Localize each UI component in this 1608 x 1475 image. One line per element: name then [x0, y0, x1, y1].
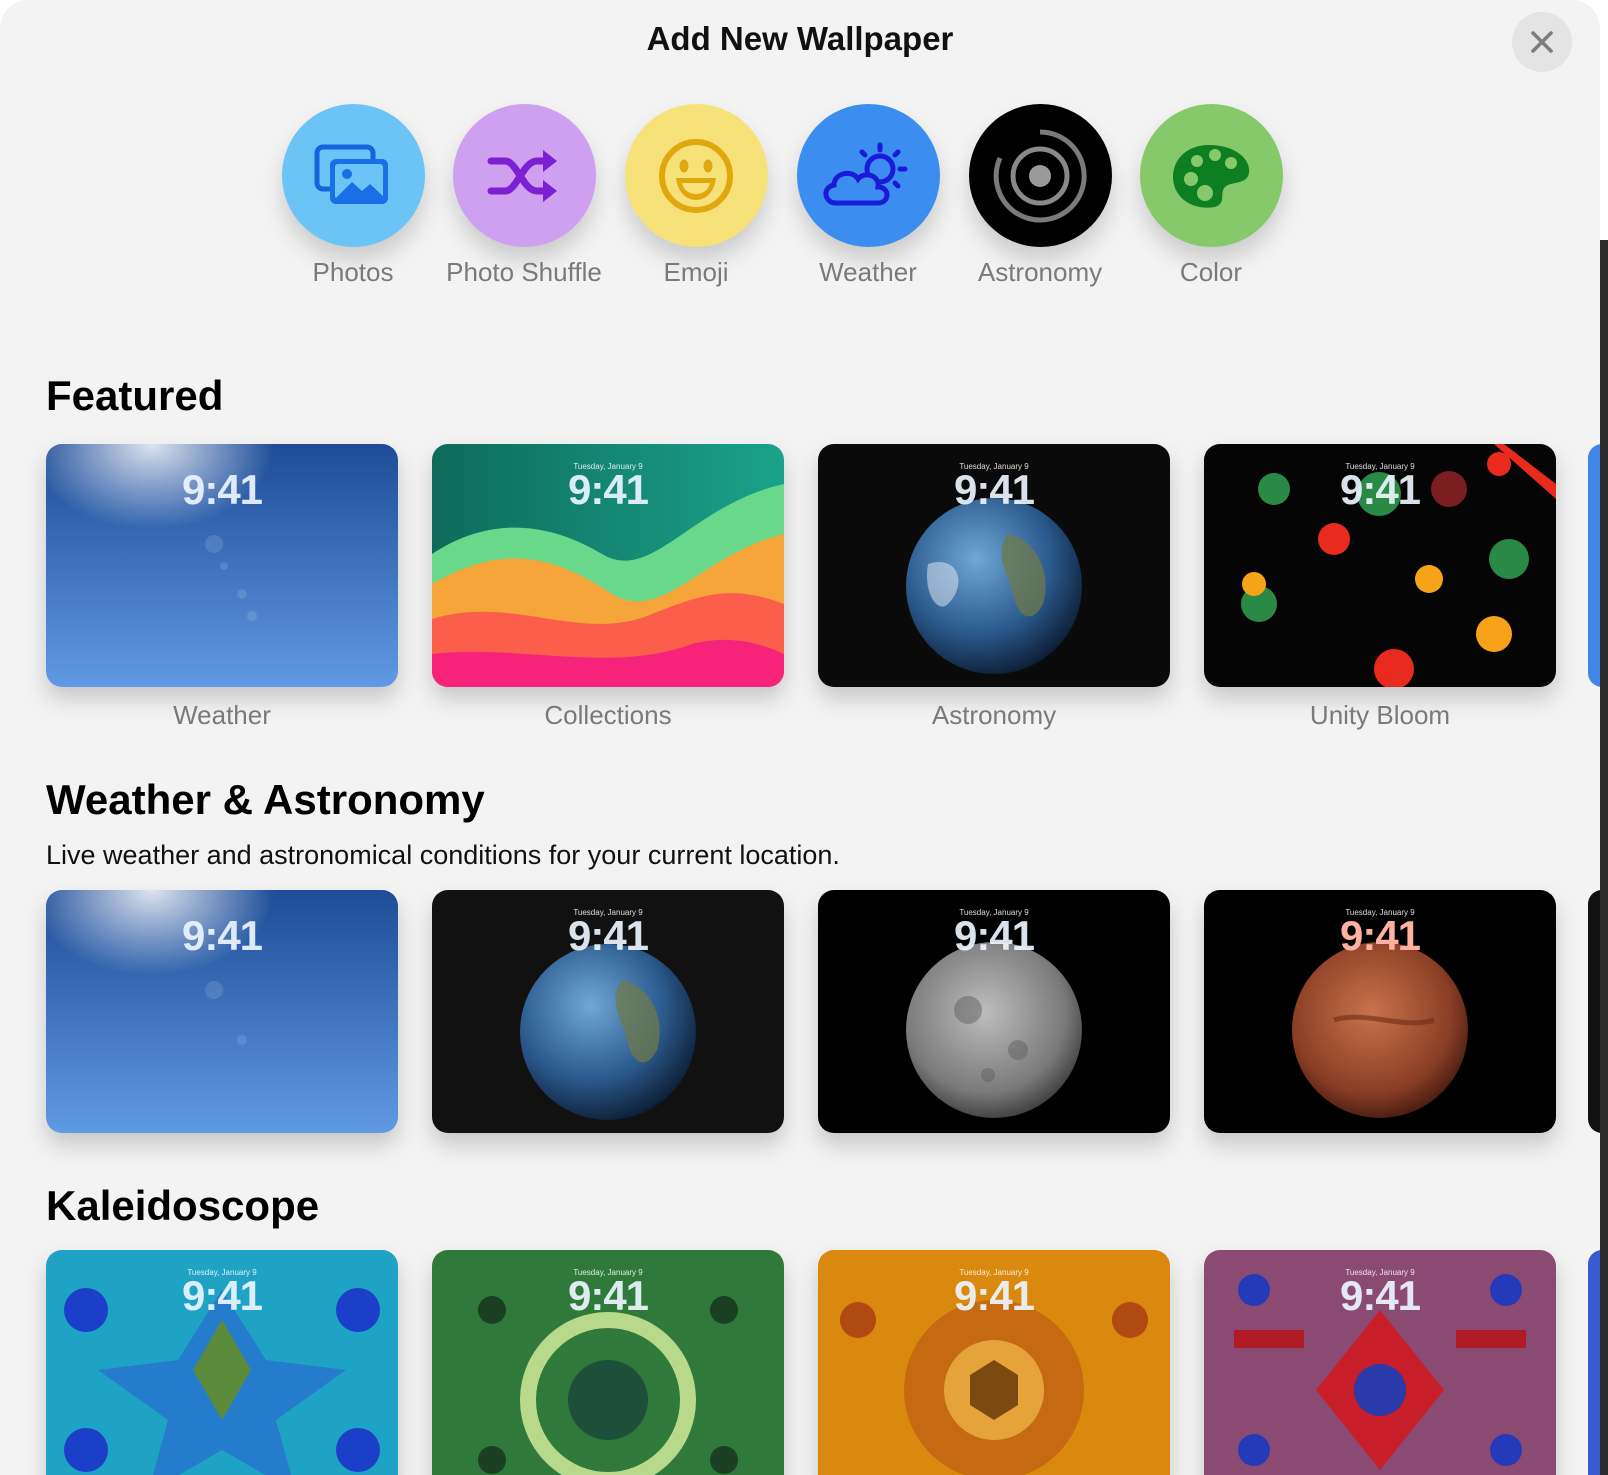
type-photos[interactable]: Photos: [263, 104, 443, 288]
section-title-kaleidoscope: Kaleidoscope: [46, 1182, 320, 1229]
type-color[interactable]: Color: [1121, 104, 1301, 288]
lock-time: 9:41: [1339, 912, 1421, 959]
type-photo-shuffle[interactable]: Photo Shuffle: [434, 104, 614, 288]
lock-time: 9:41: [567, 466, 649, 513]
type-label: Photo Shuffle: [446, 257, 602, 287]
photos-icon: [314, 144, 388, 204]
next-card-peek[interactable]: [1588, 890, 1600, 1133]
wallpaper-card-astronomy[interactable]: Tuesday, January 9 9:41: [818, 444, 1170, 687]
wallpaper-card-mars[interactable]: Tuesday, January 9 9:41: [1204, 890, 1556, 1133]
lock-time: 9:41: [1339, 466, 1421, 513]
next-card-peek[interactable]: [1588, 1250, 1600, 1475]
wallpaper-card-earth[interactable]: Tuesday, January 9 9:41: [432, 890, 784, 1133]
wallpaper-card-kaleidoscope-orange[interactable]: Tuesday, January 9 9:41: [818, 1250, 1170, 1475]
lock-time: 9:41: [953, 466, 1035, 513]
card-label: Weather: [173, 700, 271, 730]
wallpaper-card-moon[interactable]: Tuesday, January 9 9:41: [818, 890, 1170, 1133]
type-label: Weather: [819, 257, 917, 287]
cloud-sun-icon: [823, 142, 908, 205]
close-button[interactable]: [1512, 12, 1572, 72]
section-title-weather-astronomy: Weather & Astronomy: [46, 776, 485, 823]
type-emoji[interactable]: Emoji: [606, 104, 786, 288]
xmark-icon: [1531, 31, 1553, 53]
section-subtitle: Live weather and astronomical conditions…: [46, 840, 840, 870]
lock-time: 9:41: [181, 466, 263, 513]
shuffle-icon: [487, 149, 557, 202]
lock-time: 9:41: [181, 912, 263, 959]
section-title-featured: Featured: [46, 372, 224, 419]
wallpaper-card-kaleidoscope-blue[interactable]: Tuesday, January 9 9:41: [46, 1250, 398, 1475]
type-label: Color: [1179, 257, 1243, 287]
lock-time: 9:41: [1339, 1272, 1421, 1319]
type-label: Photos: [312, 257, 394, 287]
type-label: Emoji: [663, 257, 729, 287]
type-weather[interactable]: Weather: [778, 104, 958, 288]
card-label: Astronomy: [931, 700, 1057, 730]
palette-icon: [1173, 144, 1250, 208]
lock-time: 9:41: [567, 1272, 649, 1319]
type-label: Astronomy: [977, 257, 1103, 287]
add-wallpaper-sheet: Add New Wallpaper Photos Photo Shuffle E…: [0, 0, 1600, 1475]
lock-time: 9:41: [953, 912, 1035, 959]
wallpaper-card-unity-bloom[interactable]: Tuesday, January 9 9:41: [1204, 444, 1556, 687]
sheet-title: Add New Wallpaper: [646, 20, 954, 57]
card-label: Collections: [544, 700, 672, 730]
wallpaper-card-weather[interactable]: 9:41: [46, 444, 398, 687]
card-label: Unity Bloom: [1309, 700, 1451, 730]
astronomy-icon: [993, 128, 1087, 222]
wallpaper-card-kaleidoscope-green[interactable]: Tuesday, January 9 9:41: [432, 1250, 784, 1475]
lock-time: 9:41: [953, 1272, 1035, 1319]
smiley-icon: [659, 138, 733, 213]
lock-time: 9:41: [181, 1272, 263, 1319]
wallpaper-card-weather[interactable]: 9:41: [46, 890, 398, 1133]
window-edge: [1600, 240, 1608, 1475]
lock-time: 9:41: [567, 912, 649, 959]
type-astronomy[interactable]: Astronomy: [950, 104, 1130, 288]
wallpaper-card-collections[interactable]: Tuesday, January 9 9:41: [432, 444, 784, 687]
next-card-peek[interactable]: [1588, 444, 1600, 687]
wallpaper-card-kaleidoscope-red[interactable]: Tuesday, January 9 9:41: [1204, 1250, 1556, 1475]
